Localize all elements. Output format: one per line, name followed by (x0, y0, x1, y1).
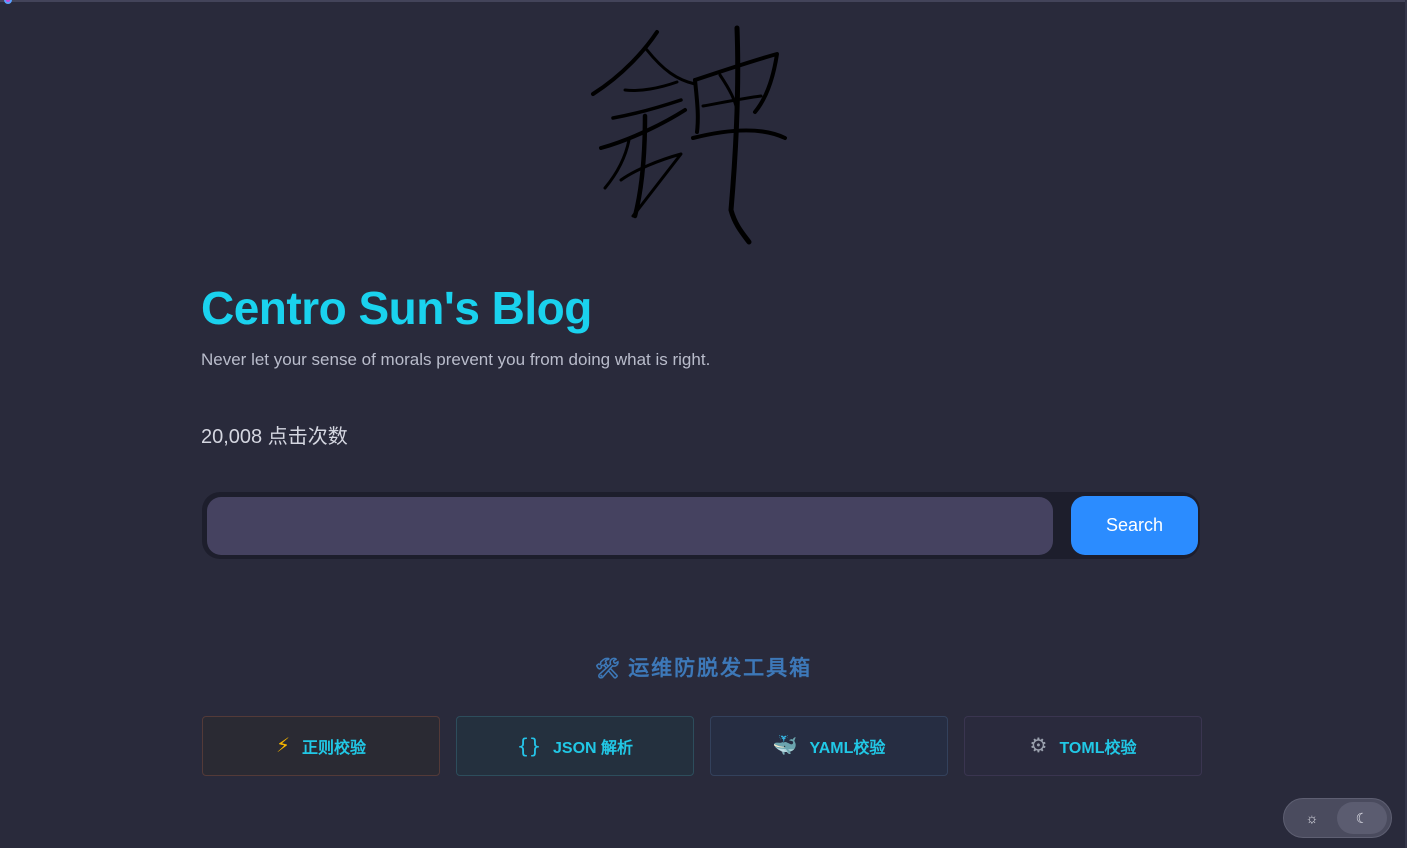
light-theme-button[interactable]: ☼ (1287, 802, 1337, 834)
theme-toggle: ☼ ☾ (1283, 798, 1392, 838)
lightning-icon: ⚡ (275, 735, 291, 757)
toolbox-heading-label: 运维防脱发工具箱 (628, 657, 813, 680)
blog-subtitle: Never let your sense of morals prevent y… (201, 350, 711, 369)
tool-card-json[interactable]: {} JSON 解析 (456, 716, 694, 776)
tool-card-regex[interactable]: ⚡ 正则校验 (202, 716, 440, 776)
moon-icon: ☾ (1355, 809, 1369, 826)
search-button[interactable]: Search (1071, 496, 1198, 555)
tool-card-label: JSON 解析 (553, 740, 634, 757)
tool-card-yaml[interactable]: 🐳 YAML校验 (710, 716, 948, 776)
braces-icon: {} (516, 734, 542, 758)
toolbox-heading: 🛠 运维防脱发工具箱 (0, 654, 1407, 684)
search-input[interactable] (207, 497, 1053, 555)
gear-icon: ⚙ (1029, 735, 1048, 757)
tool-card-label: 正则校验 (302, 740, 367, 757)
sun-icon: ☼ (1305, 810, 1319, 826)
blog-title[interactable]: Centro Sun's Blog (201, 280, 592, 336)
dark-theme-button[interactable]: ☾ (1337, 802, 1387, 834)
calligraphy-logo (591, 25, 787, 245)
whale-icon: 🐳 (772, 735, 798, 757)
search-bar: Search (202, 492, 1200, 559)
cursor-indicator (4, 0, 12, 4)
hammer-wrench-icon: 🛠 (594, 658, 623, 680)
visit-counter: 20,008 点击次数 (201, 426, 348, 448)
window-top-border (0, 0, 1407, 2)
tool-card-label: YAML校验 (809, 740, 886, 757)
tool-card-toml[interactable]: ⚙ TOML校验 (964, 716, 1202, 776)
tool-card-label: TOML校验 (1059, 740, 1137, 757)
